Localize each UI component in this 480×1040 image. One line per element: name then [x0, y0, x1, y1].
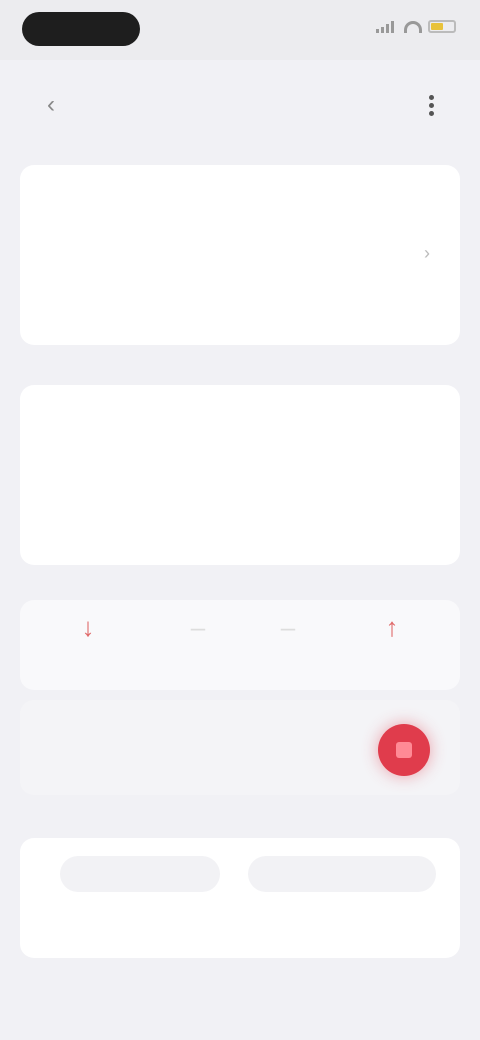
right-option-button[interactable]: [248, 856, 436, 892]
stat-item: –: [238, 612, 338, 650]
dash-icon: –: [280, 612, 296, 642]
status-icons: [376, 20, 456, 33]
left-option-button[interactable]: [60, 856, 220, 892]
dash-icon: –: [190, 612, 206, 642]
stat-item: –: [148, 612, 248, 650]
status-bar: [0, 0, 480, 60]
account-selector[interactable]: ›: [50, 243, 430, 264]
stop-record-button[interactable]: [378, 724, 430, 776]
status-time: [22, 12, 140, 46]
navigation-bar: ‹: [0, 60, 480, 150]
chevron-left-icon[interactable]: ‹: [36, 90, 66, 120]
options-card: [20, 838, 460, 958]
stats-row: ↓ – – ↑: [20, 600, 460, 690]
wifi-icon: [404, 20, 422, 33]
account-card: ›: [20, 165, 460, 345]
transaction-row[interactable]: [44, 506, 436, 566]
signal-icon: [376, 20, 398, 33]
arrow-up-icon: ↑: [385, 612, 399, 642]
transaction-row[interactable]: [44, 390, 436, 450]
battery-icon: [428, 20, 456, 33]
transactions-card: [20, 385, 460, 565]
stat-item: ↓: [38, 612, 138, 650]
chevron-right-icon: ›: [424, 243, 430, 263]
more-vertical-icon[interactable]: [418, 92, 444, 118]
transaction-row[interactable]: [44, 448, 436, 508]
arrow-down-icon: ↓: [81, 612, 95, 642]
stat-item: ↑: [342, 612, 442, 650]
record-card: [20, 700, 460, 795]
